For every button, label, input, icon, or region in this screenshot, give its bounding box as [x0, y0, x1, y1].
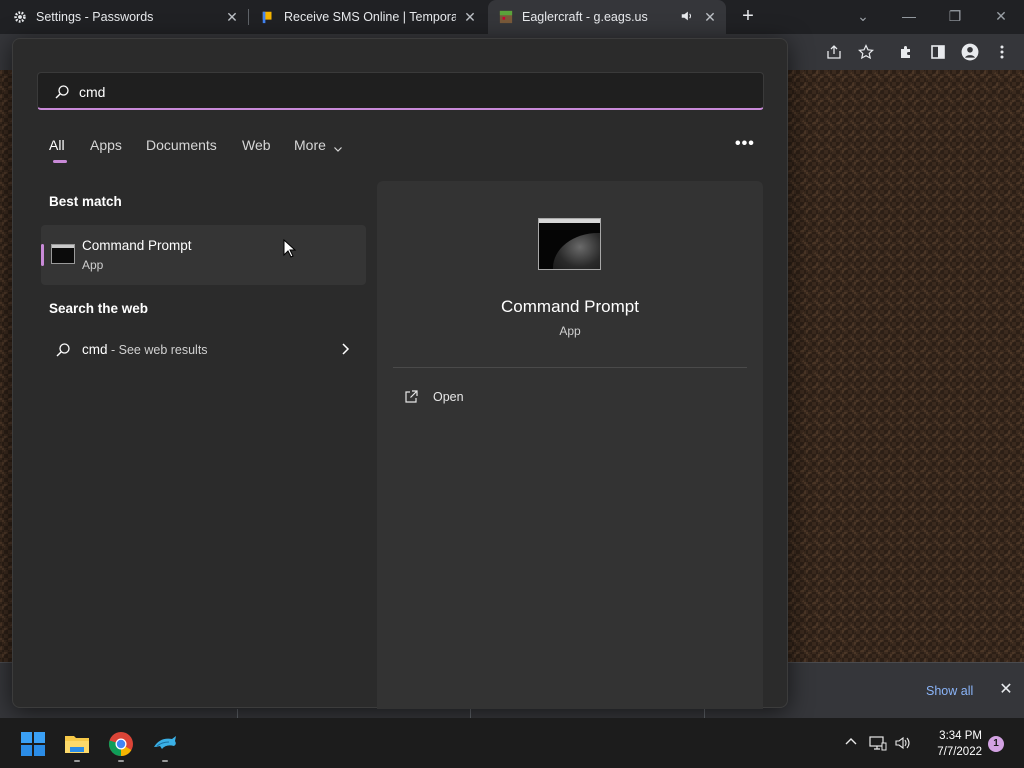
active-tab-indicator — [53, 160, 67, 163]
browser-tabstrip: Settings - Passwords ✕ Receive SMS Onlin… — [0, 0, 1024, 34]
chevron-down-icon — [333, 141, 343, 153]
bookmark-flag-icon — [260, 9, 276, 25]
open-label: Open — [433, 390, 464, 404]
share-icon[interactable] — [824, 42, 844, 62]
chevron-up-icon[interactable] — [842, 735, 860, 753]
mouse-cursor-icon — [283, 238, 297, 259]
tab-close-button[interactable]: ✕ — [462, 9, 478, 25]
tab-close-button[interactable]: ✕ — [702, 9, 718, 25]
running-indicator — [162, 760, 168, 762]
restore-button[interactable]: ❐ — [940, 4, 970, 28]
web-result-text: cmd - See web results — [82, 342, 208, 357]
start-search-panel: cmd All Apps Documents Web More ••• Best… — [12, 38, 788, 709]
result-detail-pane: Command Prompt App Open — [377, 181, 763, 709]
network-icon[interactable] — [869, 735, 887, 753]
chrome-icon[interactable] — [108, 731, 134, 757]
tab-more[interactable]: More — [294, 137, 343, 153]
detail-app-type: App — [559, 324, 581, 338]
best-match-type: App — [82, 258, 104, 272]
search-input[interactable]: cmd — [37, 72, 764, 110]
taskbar-clock[interactable]: 3:34 PM 7/7/2022 — [920, 728, 982, 760]
tab-title: Receive SMS Online | Temporary — [284, 10, 456, 24]
volume-icon[interactable] — [894, 735, 912, 753]
windows-start-icon[interactable] — [20, 731, 46, 757]
best-match-name: Command Prompt — [82, 238, 192, 253]
minimize-button[interactable]: — — [894, 4, 924, 28]
taskbar: 3:34 PM 7/7/2022 1 — [0, 718, 1024, 768]
search-icon — [54, 84, 70, 100]
search-query-text: cmd — [79, 84, 106, 100]
best-match-item[interactable]: Command Prompt App — [41, 225, 366, 285]
running-indicator — [74, 760, 80, 762]
tab-search-button[interactable]: ⌄ — [848, 4, 878, 28]
tab-title: Eaglercraft - g.eags.us — [522, 10, 648, 24]
close-window-button[interactable]: ✕ — [986, 4, 1016, 28]
more-options-button[interactable]: ••• — [735, 135, 755, 153]
tab-receive-sms[interactable]: Receive SMS Online | Temporary ✕ — [254, 0, 486, 34]
clock-time: 3:34 PM — [939, 730, 982, 742]
gear-icon — [12, 9, 28, 25]
web-result-suffix: - See web results — [107, 343, 208, 357]
new-tab-button[interactable]: + — [737, 6, 759, 28]
bookmark-star-icon[interactable] — [856, 42, 876, 62]
dolphin-icon[interactable] — [152, 731, 178, 757]
tab-eaglercraft[interactable]: Eaglercraft - g.eags.us ✕ — [488, 0, 726, 34]
notification-badge[interactable]: 1 — [988, 736, 1004, 752]
show-all-downloads-link[interactable]: Show all — [926, 684, 973, 698]
chevron-right-icon[interactable] — [337, 341, 353, 357]
side-panel-icon[interactable] — [928, 42, 948, 62]
extensions-icon[interactable] — [896, 42, 916, 62]
divider — [393, 367, 747, 368]
selection-accent — [41, 244, 44, 266]
speaker-icon[interactable] — [680, 9, 696, 25]
tab-documents[interactable]: Documents — [146, 137, 217, 153]
tab-apps[interactable]: Apps — [90, 137, 122, 153]
kebab-menu-icon[interactable] — [992, 42, 1012, 62]
web-search-result[interactable]: cmd - See web results — [41, 333, 366, 367]
search-web-heading: Search the web — [49, 301, 149, 316]
tab-close-button[interactable]: ✕ — [224, 9, 240, 25]
profile-avatar-icon[interactable] — [960, 42, 980, 62]
minecraft-icon — [498, 9, 514, 25]
file-explorer-icon[interactable] — [64, 731, 90, 757]
web-result-query: cmd — [82, 342, 108, 357]
tab-settings-passwords[interactable]: Settings - Passwords ✕ — [12, 0, 248, 34]
best-match-heading: Best match — [49, 194, 122, 209]
tab-separator — [248, 9, 249, 25]
command-prompt-large-icon — [538, 218, 601, 270]
command-prompt-icon — [51, 244, 75, 264]
tab-title: Settings - Passwords — [36, 10, 154, 24]
close-download-bar-button[interactable]: ✕ — [998, 682, 1014, 698]
detail-app-name: Command Prompt — [501, 297, 639, 316]
open-external-icon — [403, 389, 419, 405]
running-indicator — [118, 760, 124, 762]
tab-all[interactable]: All — [49, 137, 65, 153]
tab-web[interactable]: Web — [242, 137, 271, 153]
search-icon — [55, 342, 71, 358]
clock-date: 7/7/2022 — [937, 746, 982, 758]
more-label: More — [294, 137, 326, 153]
